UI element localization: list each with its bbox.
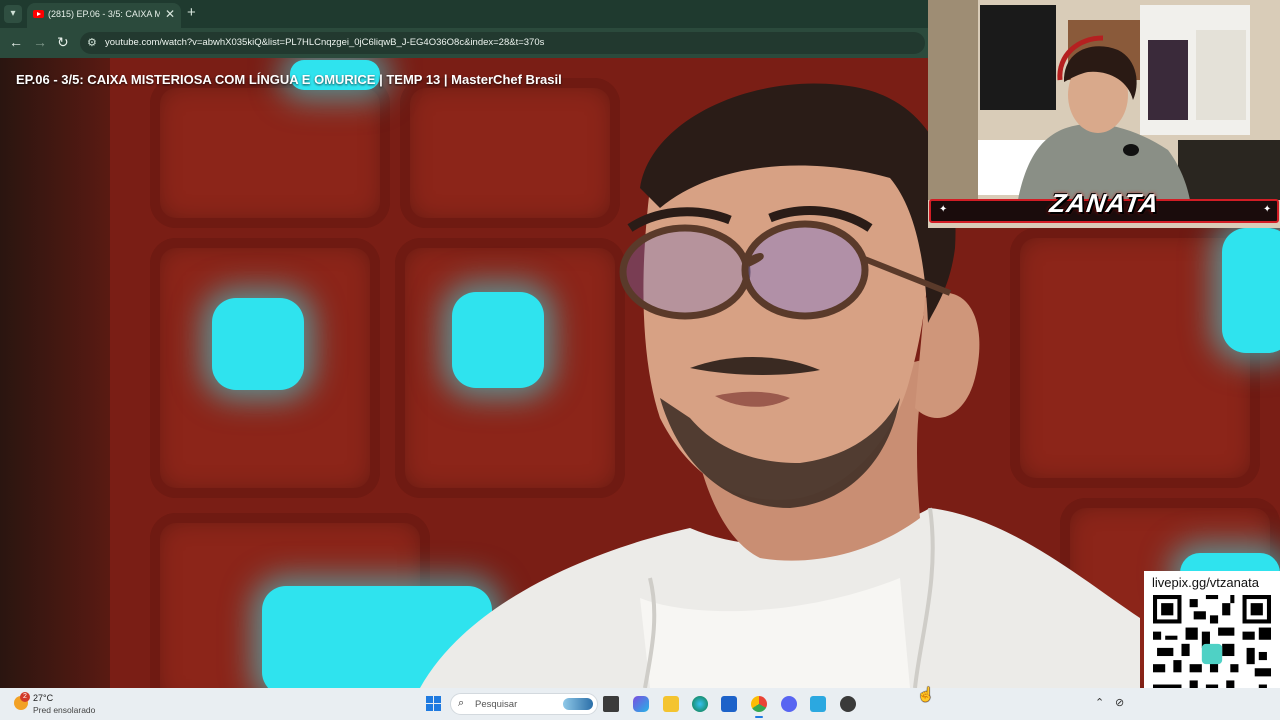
tab-title: (2815) EP.06 - 3/5: CAIXA MISTE	[48, 9, 160, 19]
tab-close-icon[interactable]: ✕	[165, 7, 175, 21]
back-button[interactable]: ←	[9, 34, 23, 50]
mouse-cursor-icon: ☝	[917, 686, 935, 702]
search-highlight-art	[563, 698, 593, 710]
browser-toolbar: ← → ↻ ⚙ youtube.com/watch?v=abwhX035kiQ&…	[0, 28, 928, 58]
search-placeholder: Pesquisar	[475, 699, 518, 710]
site-info-tune-icon[interactable]: ⚙	[87, 36, 97, 49]
reload-button[interactable]: ↻	[57, 34, 69, 51]
browser-tab-bar: ▾ (2815) EP.06 - 3/5: CAIXA MISTE ✕ +	[0, 0, 928, 28]
windows-taskbar: 2 27°C Pred ensolarado ⌕ Pesquisar ⌃ ⊘	[0, 688, 1280, 720]
network-icon[interactable]: ⊘	[1115, 696, 1124, 709]
discord-icon[interactable]	[781, 696, 797, 712]
tab-search-chevron-down-icon[interactable]: ▾	[4, 5, 22, 23]
store-icon[interactable]	[721, 696, 737, 712]
donation-link-label: livepix.gg/vtzanata	[1152, 575, 1259, 590]
start-windows-icon[interactable]	[426, 696, 441, 711]
tab-active[interactable]: (2815) EP.06 - 3/5: CAIXA MISTE ✕	[27, 3, 181, 28]
copilot-icon[interactable]	[633, 696, 649, 712]
sparkle-icon: ✦	[1263, 204, 1272, 215]
sparkle-icon: ✦	[939, 204, 948, 215]
whiteboard-icon[interactable]	[603, 696, 619, 712]
filmora-icon[interactable]	[810, 696, 826, 712]
chrome-icon[interactable]	[751, 696, 767, 712]
chevron-up-icon[interactable]: ⌃	[1095, 696, 1104, 709]
obs-icon[interactable]	[840, 696, 856, 712]
notification-badge: 2	[20, 692, 30, 702]
streamer-logo: ZANATA	[1047, 188, 1162, 218]
new-tab-button[interactable]: +	[187, 4, 196, 21]
weather-temperature: 27°C	[33, 693, 54, 703]
forward-button[interactable]: →	[33, 34, 47, 50]
taskbar-search[interactable]: ⌕ Pesquisar	[450, 693, 598, 715]
youtube-icon	[33, 10, 44, 18]
url-text[interactable]: youtube.com/watch?v=abwhX035kiQ&list=PL7…	[105, 37, 544, 48]
video-title[interactable]: EP.06 - 3/5: CAIXA MISTERIOSA COM LÍNGUA…	[16, 72, 562, 87]
edge-icon[interactable]	[692, 696, 708, 712]
file-explorer-icon[interactable]	[663, 696, 679, 712]
weather-description: Pred ensolarado	[33, 705, 96, 715]
active-app-indicator	[755, 716, 763, 718]
address-bar[interactable]: ⚙ youtube.com/watch?v=abwhX035kiQ&list=P…	[80, 32, 925, 54]
search-icon: ⌕	[458, 697, 465, 709]
